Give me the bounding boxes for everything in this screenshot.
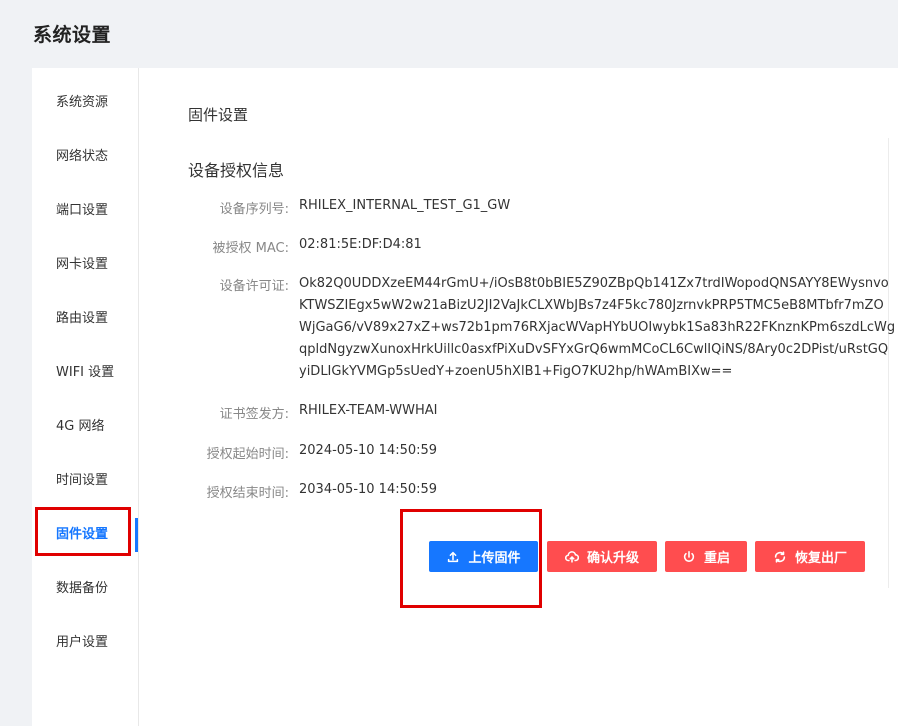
- sidebar-item-user-settings[interactable]: 用户设置: [32, 623, 138, 663]
- confirm-upgrade-button[interactable]: 确认升级: [547, 541, 657, 572]
- factory-reset-button[interactable]: 恢复出厂: [755, 541, 865, 572]
- sidebar-item-firmware-settings[interactable]: 固件设置: [32, 515, 138, 555]
- issuer-value: RHILEX-TEAM-WWHAI: [299, 403, 438, 418]
- reboot-label: 重启: [703, 551, 730, 566]
- issuer-label: 证书签发方:: [219, 407, 289, 422]
- sidebar-item-system-resources[interactable]: 系统资源: [32, 83, 138, 123]
- factory-reset-label: 恢复出厂: [794, 551, 847, 566]
- license-line: KTWSZIEgx5wW2w21aBizU2JI2VaJkCLXWbJBs7z4…: [299, 298, 884, 313]
- upload-firmware-button[interactable]: 上传固件: [429, 541, 538, 572]
- auth-end-value: 2034-05-10 14:50:59: [299, 482, 438, 497]
- sidebar: 系统资源 网络状态 端口设置 网卡设置 路由设置 WIFI 设置 4G 网络 时…: [32, 68, 138, 726]
- confirm-upgrade-label: 确认升级: [586, 551, 639, 566]
- upload-firmware-label: 上传固件: [468, 551, 521, 566]
- mac-value: 02:81:5E:DF:D4:81: [299, 237, 422, 252]
- page-title: 系统设置: [33, 24, 112, 46]
- sidebar-item-port-settings[interactable]: 端口设置: [32, 191, 138, 231]
- upload-icon: [448, 551, 459, 562]
- auth-end-label: 授权结束时间:: [206, 486, 289, 501]
- serial-number-value: RHILEX_INTERNAL_TEST_G1_GW: [299, 198, 511, 213]
- mac-label: 被授权 MAC:: [212, 241, 289, 256]
- sidebar-item-wifi-settings[interactable]: WIFI 设置: [32, 353, 138, 393]
- cloud-upload-icon: [564, 550, 579, 563]
- sidebar-item-network-status[interactable]: 网络状态: [32, 137, 138, 177]
- serial-number-label: 设备序列号:: [219, 202, 289, 217]
- license-line: WjGaG6/vV89x27xZ+ws72b1pm76RXjacWVapHYbU…: [299, 320, 896, 335]
- license-value: Ok82Q0UDDXzeEM44rGmU+/iOsB8t0bBIE5Z90ZBp…: [299, 273, 898, 383]
- license-label: 设备许可证:: [219, 279, 289, 294]
- refresh-icon: [774, 550, 786, 563]
- license-line: yiDLIGkYVMGp5sUedY+zoenU5hXlB1+FigO7KU2h…: [299, 364, 733, 379]
- sidebar-item-data-backup[interactable]: 数据备份: [32, 569, 138, 609]
- sidebar-item-time-settings[interactable]: 时间设置: [32, 461, 138, 501]
- reboot-button[interactable]: 重启: [665, 541, 747, 572]
- power-icon: [683, 550, 695, 562]
- sidebar-item-nic-settings[interactable]: 网卡设置: [32, 245, 138, 285]
- section-title: 固件设置: [188, 106, 249, 124]
- license-line: qpldNgyzwXunoxHrkUillc0asxfPiXuDvSFYxGrQ…: [299, 342, 889, 357]
- license-info-title: 设备授权信息: [188, 161, 285, 180]
- sidebar-item-4g-network[interactable]: 4G 网络: [32, 407, 138, 447]
- sidebar-item-route-settings[interactable]: 路由设置: [32, 299, 138, 339]
- license-line: Ok82Q0UDDXzeEM44rGmU+/iOsB8t0bBIE5Z90ZBp…: [299, 276, 889, 291]
- auth-start-value: 2024-05-10 14:50:59: [299, 443, 438, 458]
- auth-start-label: 授权起始时间:: [206, 447, 289, 462]
